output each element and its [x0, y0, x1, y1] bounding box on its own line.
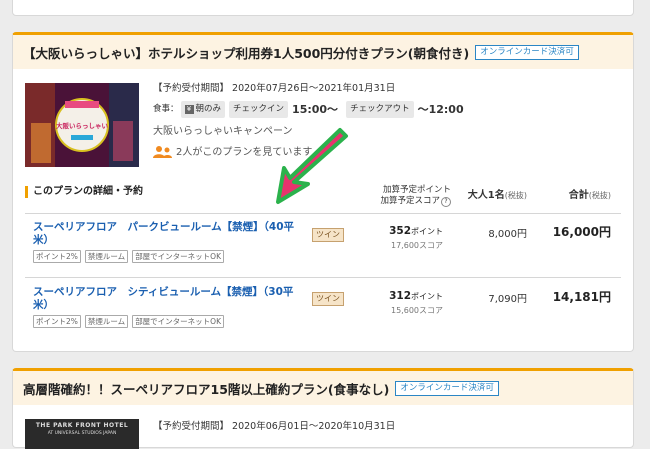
room-name-link[interactable]: スーペリアフロア シティビュールーム【禁煙】（30平米）: [33, 286, 303, 312]
thumbnail-hotel-subtitle: AT UNIVERSAL STUDIOS JAPAN: [47, 431, 117, 436]
plan-title[interactable]: 高層階確約！！スーペリアフロア15階以上確約プラン(食事なし): [23, 379, 389, 398]
total-price-header: 合計(税抜): [568, 190, 611, 201]
adult-price: 8,000円: [488, 229, 527, 240]
room-tag: 禁煙ルーム: [84, 315, 129, 328]
room-tag: 部屋でインターネットOK: [132, 250, 225, 263]
booking-period: 【予約受付期間】 2020年07月26日～2021年01月31日: [153, 83, 396, 94]
room-tag: 部屋でインターネットOK: [132, 315, 225, 328]
checkout-time: ～12:00: [417, 103, 464, 116]
annotation-arrow-icon: [276, 128, 348, 204]
points-header-line2: 加算予定スコア?: [380, 196, 451, 207]
checkout-chip: チェックアウト: [346, 101, 414, 118]
total-price[interactable]: 14,181円: [553, 288, 611, 305]
room-tag: ポイント2%: [33, 250, 81, 263]
meal-chip: ¥ 朝のみ: [180, 101, 226, 118]
room-type-badge: ツイン: [312, 292, 344, 306]
room-tag: ポイント2%: [33, 315, 81, 328]
room-type-badge: ツイン: [312, 228, 344, 242]
plan-title[interactable]: 【大阪いらっしゃい】ホテルショップ利用券1人500円分付きプラン(朝食付き): [23, 43, 469, 62]
booking-period: 【予約受付期間】 2020年06月01日～2020年10月31日: [153, 421, 396, 432]
online-card-badge: オンラインカード決済可: [395, 380, 499, 396]
plan-header: 高層階確約！！スーペリアフロア15階以上確約プラン(食事なし) オンラインカード…: [13, 371, 633, 405]
room-score: 17,600スコア: [391, 241, 443, 250]
room-row: スーペリアフロア パークビュールーム【禁煙】（40平米） ポイント2% 禁煙ルー…: [33, 221, 303, 263]
divider: [25, 213, 621, 214]
meal-label: 食事：: [153, 104, 179, 114]
adult-price-header: 大人1名(税抜): [467, 190, 527, 201]
plan-thumbnail[interactable]: THE PARK FRONT HOTEL AT UNIVERSAL STUDIO…: [25, 419, 139, 449]
room-points: 352ポイント 17,600スコア: [389, 225, 443, 250]
points-column-header: 加算予定ポイント 加算予定スコア?: [380, 185, 451, 207]
room-points: 312ポイント 15,600スコア: [389, 290, 443, 315]
room-tags: ポイント2% 禁煙ルーム 部屋でインターネットOK: [33, 315, 303, 328]
help-icon[interactable]: ?: [441, 197, 451, 207]
total-price[interactable]: 16,000円: [553, 223, 611, 240]
meal-checkin-row: 食事： ¥ 朝のみ チェックイン 15:00～ チェックアウト ～12:00: [153, 101, 472, 118]
plan-thumbnail[interactable]: 大阪いらっしゃい: [25, 83, 139, 167]
checkin-time: 15:00～: [292, 103, 339, 116]
thumbnail-image: 大阪いらっしゃい: [25, 83, 139, 167]
thumbnail-hotel-name: THE PARK FRONT HOTEL: [35, 422, 129, 429]
divider: [25, 277, 621, 278]
cutlery-icon: ¥: [184, 105, 194, 114]
people-icon: [153, 146, 172, 158]
adult-price: 7,090円: [488, 294, 527, 305]
room-tag: 禁煙ルーム: [84, 250, 129, 263]
room-name-link[interactable]: スーペリアフロア パークビュールーム【禁煙】（40平米）: [33, 221, 303, 247]
points-header-line1: 加算予定ポイント: [382, 185, 451, 195]
checkin-chip: チェックイン: [229, 101, 289, 118]
room-row: スーペリアフロア シティビュールーム【禁煙】（30平米） ポイント2% 禁煙ルー…: [33, 286, 303, 328]
room-score: 15,600スコア: [391, 306, 443, 315]
meal-value: 朝のみ: [195, 104, 222, 114]
thumbnail-label: 大阪いらっしゃい: [56, 121, 109, 130]
plan-card: 高層階確約！！スーペリアフロア15階以上確約プラン(食事なし) オンラインカード…: [12, 368, 634, 449]
room-tags: ポイント2% 禁煙ルーム 部屋でインターネットOK: [33, 250, 303, 263]
online-card-badge: オンラインカード決済可: [475, 44, 579, 60]
plan-header: 【大阪いらっしゃい】ホテルショップ利用券1人500円分付きプラン(朝食付き) オ…: [13, 35, 633, 69]
plan-details-heading: このプランの詳細・予約: [25, 186, 143, 198]
previous-plan-card: [12, 0, 634, 16]
